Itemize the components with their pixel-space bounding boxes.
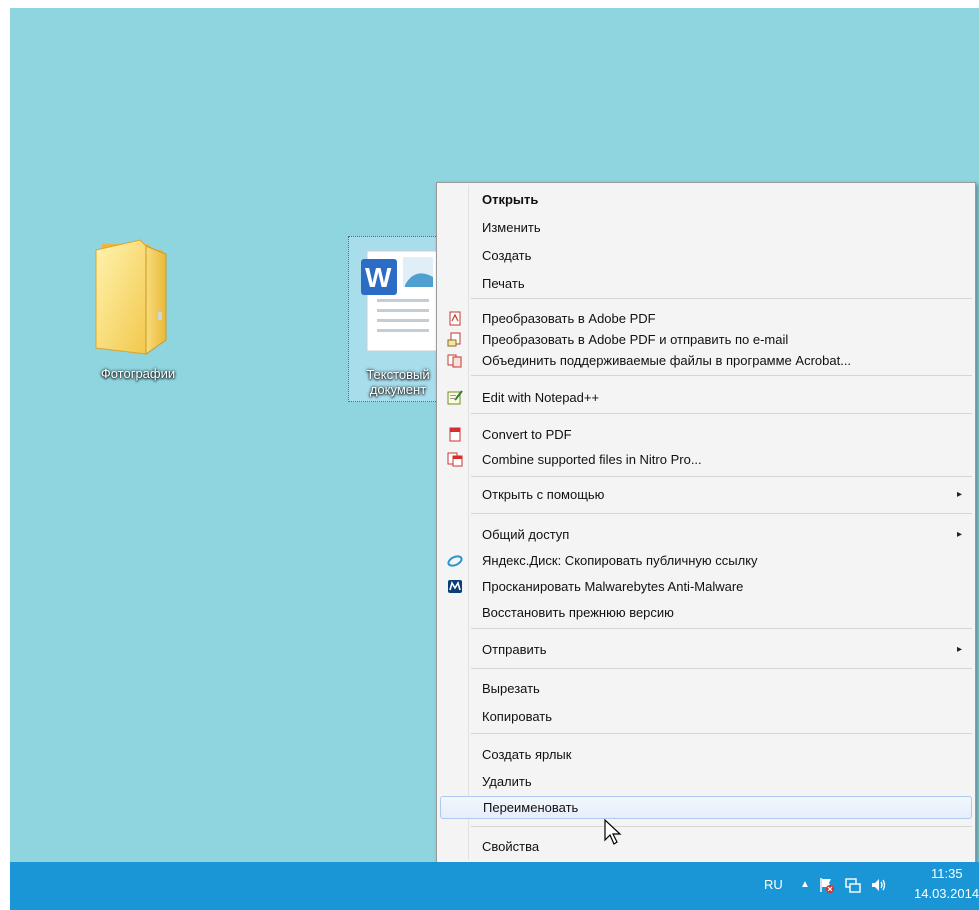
menu-item-copy[interactable]: Копировать xyxy=(440,705,972,728)
context-menu: Открыть Изменить Создать Печать Преобраз… xyxy=(436,182,976,863)
menu-item-label: Открыть с помощью xyxy=(482,487,605,502)
menu-item-rename[interactable]: Переименовать xyxy=(440,796,972,819)
menu-item-convert-adobe-pdf-email[interactable]: Преобразовать в Adobe PDF и отправить по… xyxy=(440,328,972,351)
menu-item-edit[interactable]: Изменить xyxy=(440,216,972,239)
menu-item-nitro-combine[interactable]: Combine supported files in Nitro Pro... xyxy=(440,448,972,471)
menu-item-label: Просканировать Malwarebytes Anti-Malware xyxy=(482,579,744,594)
menu-separator xyxy=(471,826,972,827)
network-icon[interactable] xyxy=(844,876,862,894)
menu-item-send-to[interactable]: Отправить ▸ xyxy=(440,638,972,661)
menu-item-delete[interactable]: Удалить xyxy=(440,770,972,793)
menu-item-label: Общий доступ xyxy=(482,527,570,542)
menu-item-acrobat-combine[interactable]: Объединить поддерживаемые файлы в програ… xyxy=(440,349,972,372)
menu-item-label: Отправить xyxy=(482,642,547,657)
menu-separator xyxy=(471,628,972,629)
volume-icon[interactable] xyxy=(870,876,888,894)
menu-item-label: Изменить xyxy=(482,220,541,235)
menu-item-print[interactable]: Печать xyxy=(440,272,972,295)
menu-item-create-shortcut[interactable]: Создать ярлык xyxy=(440,743,972,766)
label-line-2: документ xyxy=(369,382,427,397)
adobe-pdf-email-icon xyxy=(447,332,461,347)
word-document-icon: W xyxy=(361,250,438,352)
menu-item-properties[interactable]: Свойства xyxy=(440,835,972,858)
menu-item-label: Преобразовать в Adobe PDF xyxy=(482,311,656,326)
menu-separator xyxy=(471,375,972,376)
desktop-icon-text-document[interactable]: W Текстовый документ xyxy=(348,236,448,402)
menu-separator xyxy=(471,476,972,477)
mouse-cursor-icon xyxy=(604,818,622,845)
desktop-icon-label: Фотографии xyxy=(100,366,176,381)
menu-item-label: Создать ярлык xyxy=(482,747,572,762)
acrobat-combine-icon xyxy=(447,354,462,368)
menu-item-malwarebytes[interactable]: Просканировать Malwarebytes Anti-Malware xyxy=(440,575,972,598)
show-hidden-icons-button[interactable]: ▲ xyxy=(800,879,810,890)
desktop-icon-label: Текстовый документ xyxy=(349,367,447,397)
yandex-disk-icon xyxy=(447,555,463,567)
menu-item-open[interactable]: Открыть xyxy=(440,188,972,211)
folder-icon xyxy=(95,239,167,355)
menu-item-share[interactable]: Общий доступ ▸ xyxy=(440,523,972,546)
menu-item-label: Свойства xyxy=(482,839,540,854)
clock-date[interactable]: 14.03.2014 xyxy=(914,886,979,901)
menu-item-label: Convert to PDF xyxy=(482,427,572,442)
menu-item-label: Вырезать xyxy=(482,681,540,696)
menu-item-convert-adobe-pdf[interactable]: Преобразовать в Adobe PDF xyxy=(440,307,972,330)
notepad-plus-plus-icon xyxy=(447,390,463,405)
menu-item-label: Преобразовать в Adobe PDF и отправить по… xyxy=(482,332,789,347)
menu-separator xyxy=(471,668,972,669)
menu-item-label: Edit with Notepad++ xyxy=(482,390,600,405)
menu-item-notepad-plus-plus[interactable]: Edit with Notepad++ xyxy=(440,386,972,409)
menu-separator xyxy=(471,413,972,414)
desktop-icon-photos-folder[interactable]: Фотографии xyxy=(88,236,188,386)
menu-item-label: Яндекс.Диск: Скопировать публичную ссылк… xyxy=(482,553,758,568)
menu-item-label: Удалить xyxy=(482,774,532,789)
submenu-arrow-icon: ▸ xyxy=(956,644,962,655)
menu-item-open-with[interactable]: Открыть с помощью ▸ xyxy=(440,483,972,506)
menu-item-label: Печать xyxy=(482,276,525,291)
taskbar: RU ▲ 11:35 14.03.2014 xyxy=(10,862,979,910)
submenu-arrow-icon: ▸ xyxy=(956,529,962,540)
menu-separator xyxy=(471,733,972,734)
menu-item-label: Combine supported files in Nitro Pro... xyxy=(482,452,702,467)
nitro-pdf-icon xyxy=(449,427,461,442)
action-center-flag-icon[interactable] xyxy=(818,876,836,894)
label-line-1: Текстовый xyxy=(366,367,430,382)
menu-item-label: Переименовать xyxy=(483,800,579,815)
adobe-pdf-icon xyxy=(449,311,461,326)
menu-item-nitro-convert-pdf[interactable]: Convert to PDF xyxy=(440,423,972,446)
menu-item-label: Создать xyxy=(482,248,532,263)
menu-item-cut[interactable]: Вырезать xyxy=(440,677,972,700)
menu-item-label: Объединить поддерживаемые файлы в програ… xyxy=(482,353,852,368)
menu-item-label: Открыть xyxy=(482,192,539,207)
menu-item-label: Восстановить прежнюю версию xyxy=(482,605,674,620)
menu-item-label: Копировать xyxy=(482,709,552,724)
menu-item-yandex-disk[interactable]: Яндекс.Диск: Скопировать публичную ссылк… xyxy=(440,549,972,572)
menu-separator xyxy=(471,298,972,299)
menu-item-new[interactable]: Создать xyxy=(440,244,972,267)
menu-item-restore-previous-version[interactable]: Восстановить прежнюю версию xyxy=(440,601,972,624)
language-indicator[interactable]: RU xyxy=(764,877,783,892)
menu-separator xyxy=(471,513,972,514)
submenu-arrow-icon: ▸ xyxy=(956,489,962,500)
nitro-combine-icon xyxy=(447,452,463,467)
svg-text:W: W xyxy=(365,262,392,293)
clock-time[interactable]: 11:35 xyxy=(931,866,963,881)
malwarebytes-icon xyxy=(448,580,462,593)
